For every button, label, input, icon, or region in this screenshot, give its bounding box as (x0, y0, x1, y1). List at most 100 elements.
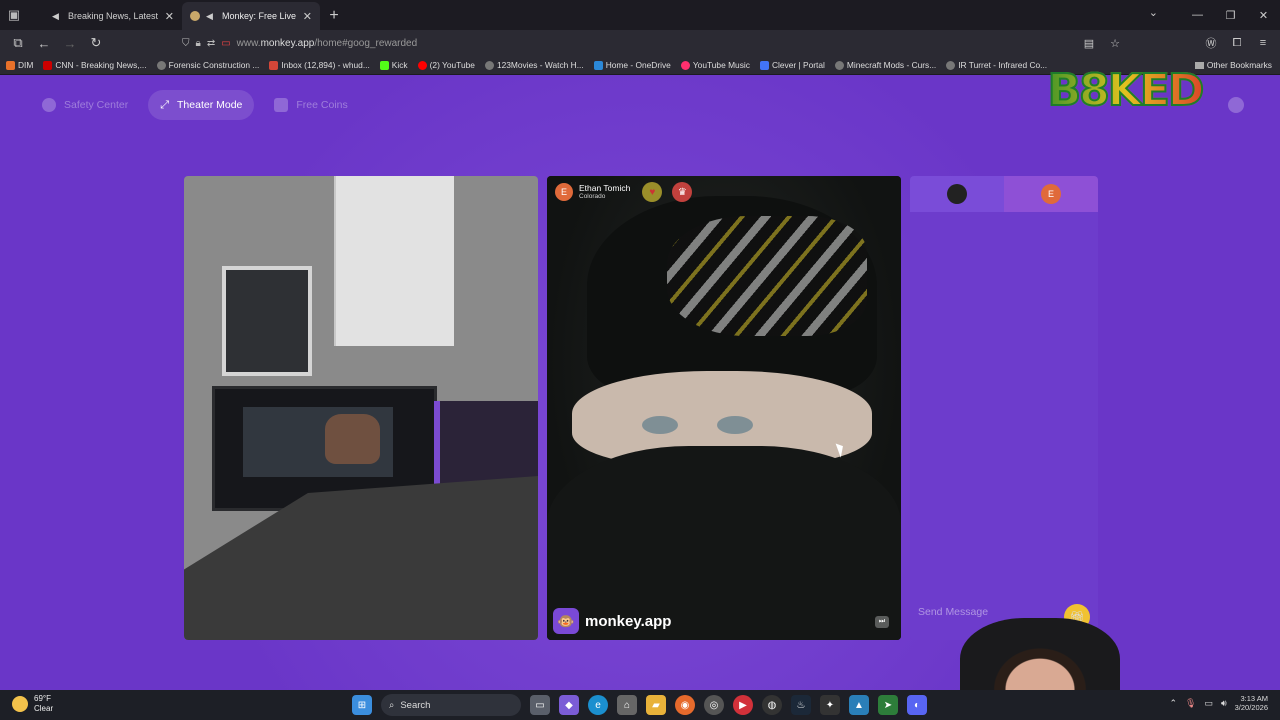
brand-watermark: 🐵 monkey.app (553, 608, 671, 634)
bookmark-youtube[interactable]: (2) YouTube (417, 60, 475, 70)
profile-avatar[interactable] (1228, 97, 1244, 113)
system-tray: ⌃ 🎙︎ ▭ 🔊︎ 3:13 AM 3/20/2026 (1169, 694, 1268, 713)
youtube-icon (417, 60, 427, 70)
copilot-icon[interactable]: ◆ (559, 695, 579, 715)
microphone-icon[interactable]: 🎙︎ (1185, 698, 1196, 709)
back-button[interactable]: ← (32, 32, 56, 54)
url-bar[interactable]: ⛉ 🔒︎ ⇄ ▭ www.monkey.app/home#goog_reward… (176, 32, 1136, 54)
cloud-icon (593, 60, 603, 70)
chrome-icon[interactable]: ◎ (704, 695, 724, 715)
taskbar-search[interactable]: ⌕ Search (381, 694, 521, 716)
globe-icon (484, 60, 494, 70)
media-player-icon[interactable]: ▶ (733, 695, 753, 715)
discord-icon[interactable]: ◐ (907, 695, 927, 715)
edge-icon[interactable]: e (588, 695, 608, 715)
chevron-up-icon[interactable]: ⌃ (1169, 698, 1177, 709)
bookmark-forensic[interactable]: Forensic Construction ... (156, 60, 259, 70)
window-scene (222, 266, 312, 376)
clever-icon (759, 60, 769, 70)
bookmark-inbox[interactable]: Inbox (12,894) - whud... (269, 60, 370, 70)
clock[interactable]: 3:13 AM 3/20/2026 (1235, 694, 1268, 713)
send-message-input[interactable]: Send Message (918, 606, 988, 618)
moon-icon (12, 695, 28, 712)
weather-condition: Clear (34, 703, 54, 713)
room-scene (184, 176, 538, 640)
firefox-icon[interactable]: ◉ (675, 695, 695, 715)
monkey-favicon-icon (190, 11, 200, 21)
chat-panel: E Send Message 🎁︎ (910, 176, 1098, 640)
tab-partner[interactable]: E (1004, 176, 1098, 212)
tab-self[interactable] (910, 176, 1004, 212)
taskbar: 69°F Clear ⊞ ⌕ Search ▭ ◆ e ⌂ ▰ ◉ ◎ ▶ ◍ ♨… (0, 690, 1280, 720)
reload-button[interactable]: ↻ (84, 32, 108, 54)
volume-icon[interactable]: 🔊︎ (1221, 698, 1227, 709)
skip-icon[interactable]: ⏭ (875, 616, 889, 628)
avatar: E (555, 183, 573, 201)
bookmark-clever[interactable]: Clever | Portal (759, 60, 825, 70)
bookmark-onedrive[interactable]: Home - OneDrive (593, 60, 671, 70)
chevron-down-icon[interactable]: ⌄ (1149, 6, 1158, 19)
new-tab-button[interactable]: + (320, 2, 348, 30)
minimize-button[interactable]: — (1181, 0, 1214, 30)
windows-start-icon[interactable]: ⊞ (352, 695, 372, 715)
file-explorer-icon[interactable]: ▰ (646, 695, 666, 715)
tab-overview-icon[interactable]: ▣ (0, 0, 28, 30)
close-icon[interactable]: ✕ (165, 10, 174, 23)
remote-person (547, 176, 901, 640)
shield-icon (42, 98, 56, 112)
store-icon[interactable]: ⌂ (617, 695, 637, 715)
url-text[interactable]: www.monkey.app/home#goog_rewarded (237, 38, 418, 49)
bookmark-cnn[interactable]: CNN - Breaking News,... (43, 60, 147, 70)
tab-monkey[interactable]: ◀ Monkey: Free Live Video Ch ✕ (182, 2, 320, 30)
weather-widget[interactable]: 69°F Clear (12, 694, 53, 713)
tab-strip: ▣ ◀ Breaking News, Latest New ✕ ◀ Monkey… (0, 0, 1280, 30)
extensions-icon[interactable]: ⧠ (1226, 32, 1248, 54)
close-window-button[interactable]: ✕ (1247, 0, 1280, 30)
lock-icon[interactable]: 🔒︎ (196, 38, 201, 49)
local-video (184, 176, 538, 640)
streamer-overlay-logo: B8KED (1026, 62, 1224, 118)
reader-view-icon[interactable]: ▤ (1078, 32, 1100, 54)
menu-icon[interactable]: ≡ (1252, 32, 1274, 54)
play-icon[interactable]: ➤ (878, 695, 898, 715)
globe-icon (156, 60, 166, 70)
task-view-icon[interactable]: ▭ (530, 695, 550, 715)
avatar (947, 184, 967, 204)
bookmark-kick[interactable]: Kick (379, 60, 408, 70)
close-icon[interactable]: ✕ (303, 10, 312, 23)
bookmark-dim[interactable]: DIM (6, 60, 33, 70)
obs-icon[interactable]: ◍ (762, 695, 782, 715)
report-icon[interactable]: ♛ (672, 182, 693, 202)
free-coins-button[interactable]: Free Coins (262, 90, 359, 120)
sidebar-toggle-icon[interactable]: ⧉ (6, 32, 30, 54)
steam-icon[interactable]: ♨ (791, 695, 811, 715)
forward-button[interactable]: → (58, 32, 82, 54)
camera-indicator-icon[interactable]: ▭ (221, 38, 230, 49)
caller-name: Ethan Tomich (579, 182, 631, 193)
network-icon[interactable]: ▭ (1204, 698, 1213, 709)
speaker-icon: ◀ (52, 11, 59, 21)
nav-bar: ⧉ ← → ↻ ⛉ 🔒︎ ⇄ ▭ www.monkey.app/home#goo… (0, 30, 1280, 56)
account-icon[interactable]: Ⓦ (1200, 32, 1222, 54)
caller-info[interactable]: E Ethan Tomich Colorado ♥ ♛ (555, 182, 693, 202)
heart-icon[interactable]: ♥ (642, 182, 663, 202)
photos-icon[interactable]: ▲ (849, 695, 869, 715)
caller-location: Colorado (579, 193, 606, 201)
gmail-icon (269, 60, 279, 70)
tab-cnn[interactable]: ◀ Breaking News, Latest New ✕ (44, 2, 182, 30)
fire-icon (6, 60, 15, 70)
shield-icon[interactable]: ⛉ (182, 38, 190, 49)
tab-title: Monkey: Free Live Video Ch (222, 11, 297, 21)
permissions-icon[interactable]: ⇄ (207, 38, 215, 49)
theater-mode-button[interactable]: ⤢ Theater Mode (148, 90, 255, 120)
bookmark-123movies[interactable]: 123Movies - Watch H... (484, 60, 584, 70)
bookmark-ytmusic[interactable]: YouTube Music (680, 60, 750, 70)
page-nav: Safety Center ⤢ Theater Mode Free Coins (30, 90, 360, 120)
bookmark-minecraft[interactable]: Minecraft Mods - Curs... (834, 60, 936, 70)
speaker-icon: ◀ (206, 11, 213, 21)
restore-button[interactable]: ❐ (1214, 0, 1247, 30)
bookmark-star-icon[interactable]: ☆ (1104, 32, 1126, 54)
avatar: E (1041, 184, 1061, 204)
safety-center-button[interactable]: Safety Center (30, 90, 140, 120)
game-icon[interactable]: ✦ (820, 695, 840, 715)
